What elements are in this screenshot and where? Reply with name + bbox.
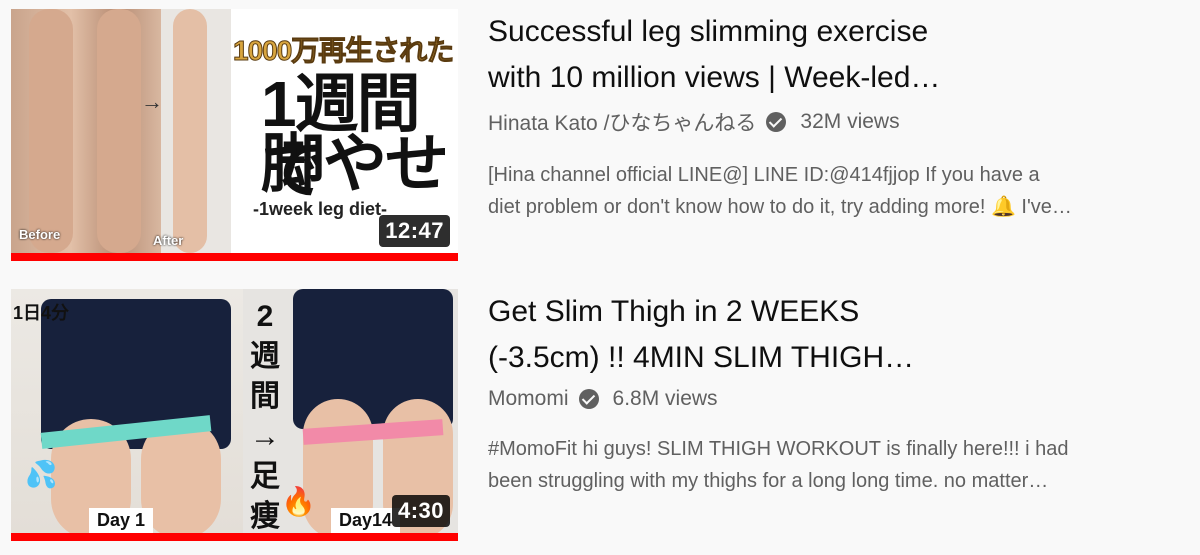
video-result-2[interactable]: 1日4分 2週間→足痩せ 💦 🔥 Day 1 Day14 4:30 Get Sl…: [11, 289, 1191, 541]
arrow-right-icon: →: [141, 89, 163, 114]
watch-progress-bar: [11, 533, 458, 541]
video-meta: Successful leg slimming exercise with 10…: [488, 9, 1178, 223]
thumbnail-label: Before: [19, 227, 61, 242]
fire-icon: 🔥: [281, 486, 316, 517]
video-title-line: with 10 million views | Week-led…: [488, 61, 941, 94]
thumbnail-image-day1: [11, 289, 243, 539]
video-thumbnail[interactable]: 1日4分 2週間→足痩せ 💦 🔥 Day 1 Day14 4:30: [11, 289, 458, 541]
video-title-line: (-3.5cm) !! 4MIN SLIM THIGH…: [488, 341, 915, 374]
video-title-line: Successful leg slimming exercise: [488, 15, 929, 48]
video-title[interactable]: Get Slim Thigh in 2 WEEKS (-3.5cm) !! 4M…: [488, 289, 1178, 381]
channel-row: Hinata Kato /ひなちゃんねる 32M views: [488, 107, 1178, 137]
video-thumbnail[interactable]: → 1000万再生された 1週間で 脚やせ -1week leg diet- B…: [11, 9, 458, 261]
video-description: #MomoFit hi guys! SLIM THIGH WORKOUT is …: [488, 433, 1178, 497]
video-description-line: [Hina channel official LINE@] LINE ID:@4…: [488, 164, 1040, 186]
thumbnail-caption: 2週間→足痩せ: [250, 300, 280, 541]
watch-progress-bar: [11, 253, 458, 261]
channel-name[interactable]: Momomi: [488, 387, 569, 411]
video-title[interactable]: Successful leg slimming exercise with 10…: [488, 9, 1178, 101]
video-description-line: #MomoFit hi guys! SLIM THIGH WORKOUT is …: [488, 438, 1069, 460]
thumbnail-label: After: [153, 233, 184, 248]
channel-name[interactable]: Hinata Kato /ひなちゃんねる: [488, 107, 756, 137]
video-title-line: Get Slim Thigh in 2 WEEKS: [488, 295, 860, 328]
duration-badge: 4:30: [391, 495, 450, 527]
verified-check-icon: [578, 389, 599, 409]
video-meta: Get Slim Thigh in 2 WEEKS (-3.5cm) !! 4M…: [488, 289, 1178, 497]
video-description: [Hina channel official LINE@] LINE ID:@4…: [488, 159, 1178, 223]
thumbnail-caption: 1000万再生された: [232, 35, 454, 67]
channel-row: Momomi 6.8M views: [488, 387, 1178, 411]
thumbnail-image-after: [161, 9, 231, 253]
video-description-line: been struggling with my thighs for a lon…: [488, 470, 1049, 492]
thumbnail-caption: -1week leg diet-: [253, 199, 388, 219]
sweat-drops-icon: 💦: [25, 459, 58, 489]
thumbnail-caption: 脚やせ: [261, 128, 449, 200]
verified-check-icon: [766, 112, 787, 132]
video-description-line: diet problem or don't know how to do it,…: [488, 196, 1072, 218]
view-count: 32M views: [800, 110, 900, 133]
video-result-1[interactable]: → 1000万再生された 1週間で 脚やせ -1week leg diet- B…: [11, 9, 1191, 261]
thumbnail-label: Day 1: [89, 508, 154, 533]
duration-badge: 12:47: [379, 215, 450, 247]
thumbnail-label: Day14: [331, 508, 401, 533]
view-count: 6.8M views: [612, 387, 718, 410]
thumbnail-image-before: [11, 9, 161, 253]
thumbnail-badge: 1日4分: [13, 303, 70, 323]
